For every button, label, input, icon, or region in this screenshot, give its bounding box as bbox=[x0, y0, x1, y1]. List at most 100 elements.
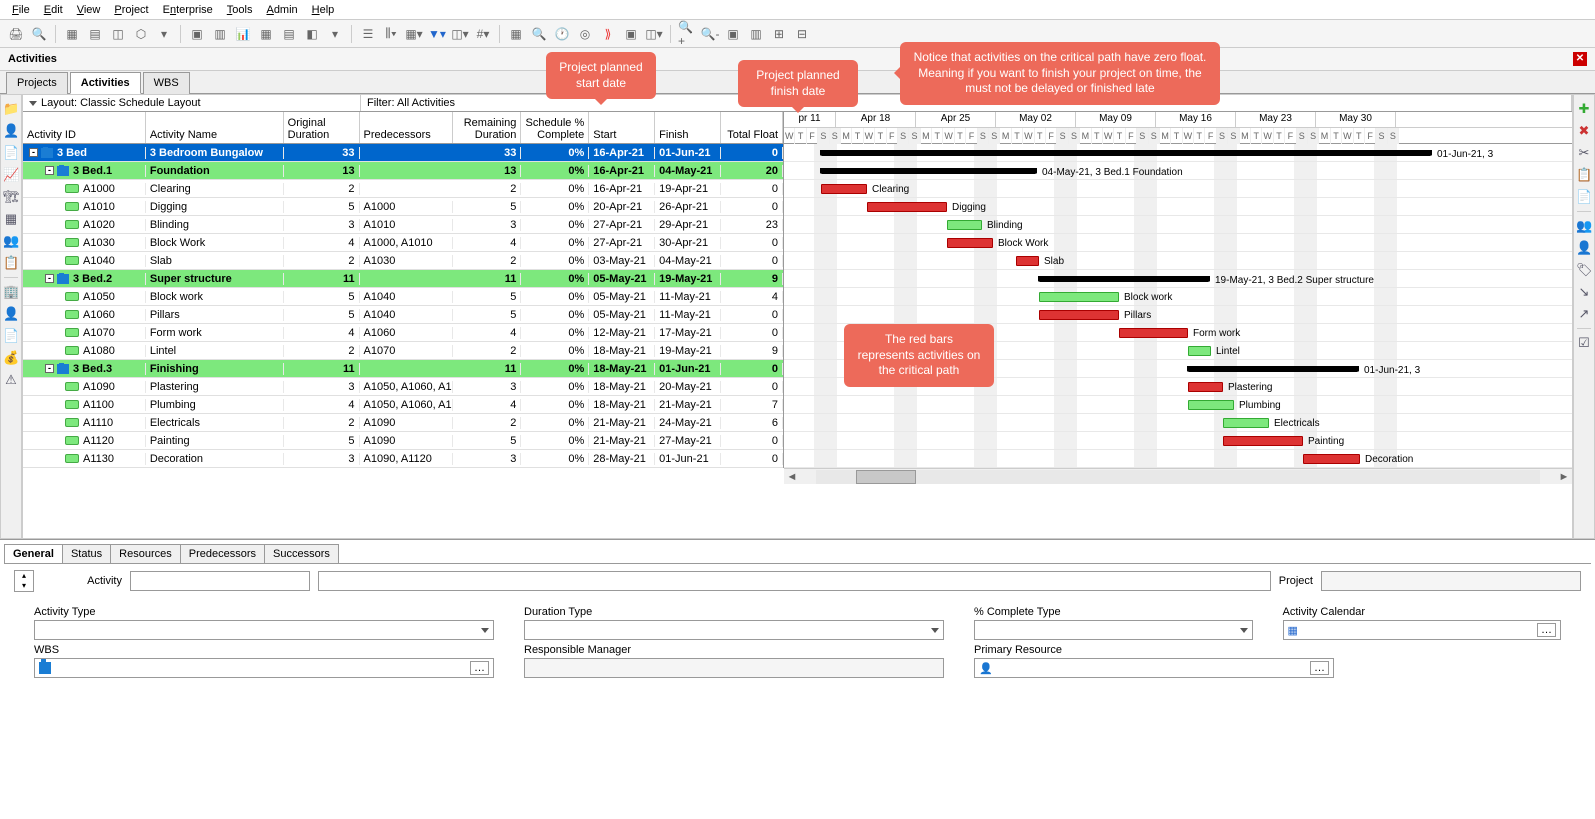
activity-bar[interactable]: Lintel bbox=[1188, 346, 1211, 356]
preview-icon[interactable]: 🔍 bbox=[29, 24, 49, 44]
menu-admin[interactable]: Admin bbox=[260, 2, 303, 18]
critical-bar[interactable]: Plastering bbox=[1188, 382, 1223, 392]
tab-general[interactable]: General bbox=[4, 544, 63, 563]
activity-row[interactable]: A1050Block work5A104050%05-May-2111-May-… bbox=[23, 288, 783, 306]
critical-bar[interactable]: Clearing bbox=[821, 184, 867, 194]
col-start[interactable]: Start bbox=[589, 112, 655, 143]
col-orig-duration[interactable]: Original Duration bbox=[284, 112, 360, 143]
wbs-row[interactable]: -3 Bed.2Super structure11110%05-May-2119… bbox=[23, 270, 783, 288]
tab-resources[interactable]: Resources bbox=[110, 544, 181, 563]
hash-icon[interactable]: #▾ bbox=[473, 24, 493, 44]
tb-icon[interactable]: 🕐 bbox=[552, 24, 572, 44]
zoomin-icon[interactable]: 🔍+ bbox=[677, 24, 697, 44]
critical-bar[interactable]: Slab bbox=[1016, 256, 1039, 266]
tb-icon[interactable]: ▥ bbox=[746, 24, 766, 44]
activity-name-field[interactable] bbox=[318, 571, 1271, 591]
columns-icon[interactable]: ⫼▾ bbox=[381, 24, 401, 44]
thr-icon[interactable]: ⚠ bbox=[3, 372, 19, 388]
wbs-row[interactable]: -3 Bed.1Foundation13130%16-Apr-2104-May-… bbox=[23, 162, 783, 180]
tb-icon[interactable]: ▥ bbox=[210, 24, 230, 44]
tb-icon[interactable]: ▤ bbox=[279, 24, 299, 44]
critical-bar[interactable]: Block Work bbox=[947, 238, 993, 248]
network-icon[interactable]: ⬡ bbox=[131, 24, 151, 44]
activities-icon[interactable]: ▦ bbox=[3, 211, 19, 227]
wbs-row[interactable]: -3 Bed3 Bedroom Bungalow33330%16-Apr-210… bbox=[23, 144, 783, 162]
pred-icon[interactable]: ↘ bbox=[1576, 284, 1592, 300]
activity-row[interactable]: A1060Pillars5A104050%05-May-2111-May-210 bbox=[23, 306, 783, 324]
activity-row[interactable]: A1010Digging5A100050%20-Apr-2126-Apr-210 bbox=[23, 198, 783, 216]
activity-row[interactable]: A1040Slab2A103020%03-May-2104-May-210 bbox=[23, 252, 783, 270]
projects-icon[interactable]: 📁 bbox=[3, 101, 19, 117]
schedule-icon[interactable]: ⟫ bbox=[598, 24, 618, 44]
close-icon[interactable]: ✕ bbox=[1573, 52, 1587, 66]
tab-wbs[interactable]: WBS bbox=[143, 72, 190, 94]
tracking-icon[interactable]: 📈 bbox=[3, 167, 19, 183]
activity-row[interactable]: A1100Plumbing4A1050, A1060, A140%18-May-… bbox=[23, 396, 783, 414]
down-icon[interactable]: ▾ bbox=[154, 24, 174, 44]
wbs-icon[interactable]: 🏗 bbox=[3, 189, 19, 205]
critical-bar[interactable]: Form work bbox=[1119, 328, 1188, 338]
view3-icon[interactable]: ◫ bbox=[108, 24, 128, 44]
menu-help[interactable]: Help bbox=[306, 2, 341, 18]
tb-icon[interactable]: ▣ bbox=[187, 24, 207, 44]
tab-successors[interactable]: Successors bbox=[264, 544, 339, 563]
tab-status[interactable]: Status bbox=[62, 544, 111, 563]
critical-bar[interactable]: Digging bbox=[867, 202, 947, 212]
menu-file[interactable]: File bbox=[6, 2, 36, 18]
calendar-field[interactable]: ▦… bbox=[1283, 620, 1562, 640]
activity-row[interactable]: A1070Form work4A106040%12-May-2117-May-2… bbox=[23, 324, 783, 342]
critical-bar[interactable]: Painting bbox=[1223, 436, 1303, 446]
menu-enterprise[interactable]: Enterprise bbox=[157, 2, 219, 18]
activity-row[interactable]: A1030Block Work4A1000, A101040%27-Apr-21… bbox=[23, 234, 783, 252]
role-icon[interactable]: 👤 bbox=[1576, 240, 1592, 256]
critical-bar[interactable]: Decoration bbox=[1303, 454, 1360, 464]
delete-icon[interactable]: ✖ bbox=[1576, 123, 1592, 139]
activity-bar[interactable]: Plumbing bbox=[1188, 400, 1234, 410]
tb-icon[interactable]: ▾ bbox=[325, 24, 345, 44]
tb-icon[interactable]: ▦ bbox=[506, 24, 526, 44]
activity-bar[interactable]: Blinding bbox=[947, 220, 982, 230]
tb-icon[interactable]: ⊞ bbox=[769, 24, 789, 44]
col-sched-pct[interactable]: Schedule % Complete bbox=[521, 112, 589, 143]
summary-bar[interactable]: 01-Jun-21, 3 bbox=[821, 150, 1431, 156]
activity-row[interactable]: A1080Lintel2A107020%18-May-2119-May-219 bbox=[23, 342, 783, 360]
col-rem-duration[interactable]: Remaining Duration bbox=[453, 112, 521, 143]
wbs-row[interactable]: -3 Bed.3Finishing11110%18-May-2101-Jun-2… bbox=[23, 360, 783, 378]
menu-tools[interactable]: Tools bbox=[221, 2, 259, 18]
summary-bar[interactable]: 19-May-21, 3 Bed.2 Super structure bbox=[1039, 276, 1209, 282]
activity-id-field[interactable] bbox=[130, 571, 310, 591]
col-predecessors[interactable]: Predecessors bbox=[360, 112, 454, 143]
activity-row[interactable]: A1110Electricals2A109020%21-May-2124-May… bbox=[23, 414, 783, 432]
activity-row[interactable]: A1090Plastering3A1050, A1060, A130%18-Ma… bbox=[23, 378, 783, 396]
menu-view[interactable]: View bbox=[71, 2, 107, 18]
tab-projects[interactable]: Projects bbox=[6, 72, 68, 94]
activity-row[interactable]: A1020Blinding3A101030%27-Apr-2129-Apr-21… bbox=[23, 216, 783, 234]
activity-bar[interactable]: Block work bbox=[1039, 292, 1119, 302]
tb-icon[interactable]: ◧ bbox=[302, 24, 322, 44]
obs-icon[interactable]: 👤 bbox=[3, 306, 19, 322]
summary-bar[interactable]: 04-May-21, 3 Bed.1 Foundation bbox=[821, 168, 1036, 174]
view1-icon[interactable]: ▦ bbox=[62, 24, 82, 44]
tb-icon[interactable]: 📊 bbox=[233, 24, 253, 44]
tb-icon[interactable]: ◫▾ bbox=[644, 24, 664, 44]
tab-activities[interactable]: Activities bbox=[70, 72, 141, 94]
tb-icon[interactable]: ◎ bbox=[575, 24, 595, 44]
prim-res-field[interactable]: 👤… bbox=[974, 658, 1334, 678]
pct-type-dropdown[interactable] bbox=[974, 620, 1253, 640]
tb-icon[interactable]: ▦ bbox=[256, 24, 276, 44]
menu-project[interactable]: Project bbox=[108, 2, 154, 18]
paste-icon[interactable]: 📄 bbox=[1576, 189, 1592, 205]
activity-row[interactable]: A1130Decoration3A1090, A112030%28-May-21… bbox=[23, 450, 783, 468]
tb-icon[interactable]: ▣ bbox=[723, 24, 743, 44]
layout-dropdown[interactable]: Layout: Classic Schedule Layout bbox=[23, 95, 361, 111]
tb-icon[interactable]: ◫▾ bbox=[450, 24, 470, 44]
filter-icon[interactable]: ▼▾ bbox=[427, 24, 447, 44]
zoomout-icon[interactable]: 🔍- bbox=[700, 24, 720, 44]
menu-edit[interactable]: Edit bbox=[38, 2, 69, 18]
cut-icon[interactable]: ✂ bbox=[1576, 145, 1592, 161]
critical-bar[interactable]: Pillars bbox=[1039, 310, 1119, 320]
succ-icon[interactable]: ↗ bbox=[1576, 306, 1592, 322]
eps-icon[interactable]: 🏢 bbox=[3, 284, 19, 300]
activity-type-dropdown[interactable] bbox=[34, 620, 494, 640]
wbs-field[interactable]: … bbox=[34, 658, 494, 678]
